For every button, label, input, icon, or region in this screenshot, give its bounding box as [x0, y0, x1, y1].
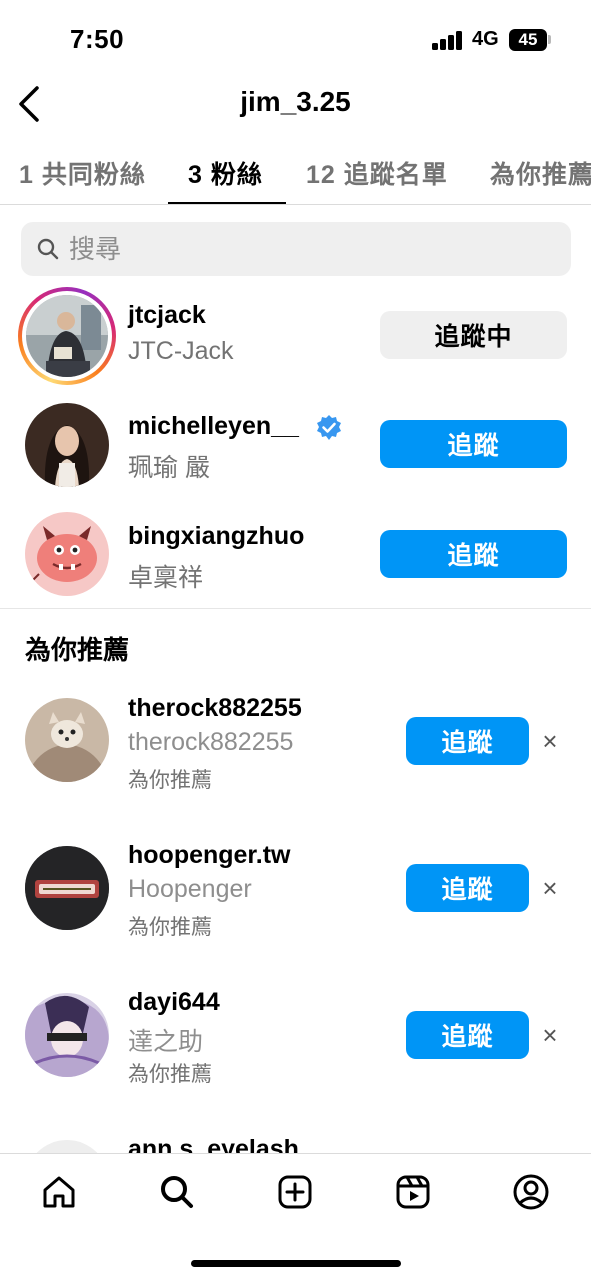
avatar[interactable]	[25, 403, 109, 487]
full-name: 達之助	[128, 1028, 204, 1056]
back-button[interactable]	[8, 82, 48, 126]
tab-bar: 1 共同粉絲 3 粉絲 12 追蹤名單 為你推薦	[0, 145, 591, 205]
network-type: 4G	[472, 28, 499, 50]
battery-level: 45	[518, 30, 538, 49]
search-bar[interactable]	[21, 222, 571, 276]
chevron-left-icon	[19, 86, 39, 122]
list-item[interactable]: michelleyen__ 珮瑜 嚴 追蹤	[0, 400, 591, 490]
avatar-story-ring[interactable]	[18, 287, 116, 385]
suggestion-reason: 為你推薦	[128, 769, 212, 792]
list-item[interactable]: hoopenger.tw Hoopenger 為你推薦 追蹤 ×	[0, 837, 591, 947]
nav-reels[interactable]	[393, 1172, 433, 1212]
full-name: Hoopenger	[128, 875, 252, 903]
username[interactable]: dayi644	[128, 988, 220, 1017]
nav-home[interactable]	[39, 1172, 79, 1212]
suggestion-reason: 為你推薦	[128, 916, 212, 939]
list-item[interactable]: therock882255 therock882255 為你推薦 追蹤 ×	[0, 690, 591, 800]
profile-icon	[513, 1174, 549, 1210]
home-icon	[43, 1176, 75, 1208]
follow-button[interactable]: 追蹤	[406, 1011, 529, 1059]
nav-create[interactable]	[275, 1172, 315, 1212]
follow-button[interactable]: 追蹤	[380, 420, 567, 468]
list-item[interactable]: dayi644 達之助 為你推薦 追蹤 ×	[0, 984, 591, 1094]
reels-icon	[396, 1175, 430, 1209]
following-button[interactable]: 追蹤中	[380, 311, 567, 359]
tab-followers[interactable]: 3 粉絲	[188, 155, 263, 191]
avatar[interactable]	[25, 512, 109, 596]
full-name: therock882255	[128, 728, 294, 756]
section-divider	[0, 608, 591, 609]
section-title: 為你推薦	[25, 635, 130, 665]
page-title: jim_3.25	[240, 86, 351, 117]
search-input[interactable]	[69, 222, 549, 276]
username[interactable]: bingxiangzhuo	[128, 522, 304, 551]
follow-button[interactable]: 追蹤	[380, 530, 567, 578]
follow-button[interactable]: 追蹤	[406, 717, 529, 765]
avatar[interactable]	[25, 993, 109, 1077]
follow-button[interactable]: 追蹤	[406, 864, 529, 912]
full-name: 卓稟祥	[128, 564, 204, 592]
verified-badge-icon	[317, 415, 341, 440]
header: jim_3.25	[0, 80, 591, 130]
dismiss-icon[interactable]: ×	[535, 873, 565, 903]
status-time: 7:50	[70, 24, 125, 54]
username[interactable]: jtcjack	[128, 301, 206, 330]
list-item[interactable]: bingxiangzhuo 卓稟祥 追蹤	[0, 510, 591, 600]
full-name: JTC-Jack	[128, 337, 234, 365]
full-name: 珮瑜 嚴	[128, 454, 210, 482]
avatar	[26, 295, 108, 377]
create-icon	[278, 1175, 312, 1209]
tab-following[interactable]: 12 追蹤名單	[306, 155, 448, 191]
username[interactable]: hoopenger.tw	[128, 841, 291, 870]
username[interactable]: michelleyen__	[128, 412, 299, 441]
dismiss-icon[interactable]: ×	[535, 1020, 565, 1050]
active-tab-indicator	[168, 202, 286, 204]
nav-profile[interactable]	[511, 1172, 551, 1212]
signal-icon	[432, 30, 464, 50]
list-item[interactable]: jtcjack JTC-Jack 追蹤中	[0, 285, 591, 385]
battery-icon: 45	[509, 29, 547, 51]
search-icon	[161, 1176, 193, 1208]
dismiss-icon[interactable]: ×	[535, 726, 565, 756]
username[interactable]: therock882255	[128, 694, 302, 723]
suggestion-reason: 為你推薦	[128, 1063, 212, 1086]
search-icon	[37, 238, 59, 260]
avatar[interactable]	[25, 846, 109, 930]
battery-cap	[548, 35, 551, 44]
tab-suggested[interactable]: 為你推薦	[490, 155, 591, 191]
avatar[interactable]	[25, 698, 109, 782]
tab-mutual-followers[interactable]: 1 共同粉絲	[19, 155, 146, 191]
home-indicator[interactable]	[191, 1260, 401, 1267]
status-bar: 7:50 4G 45	[0, 0, 591, 80]
nav-search[interactable]	[157, 1172, 197, 1212]
